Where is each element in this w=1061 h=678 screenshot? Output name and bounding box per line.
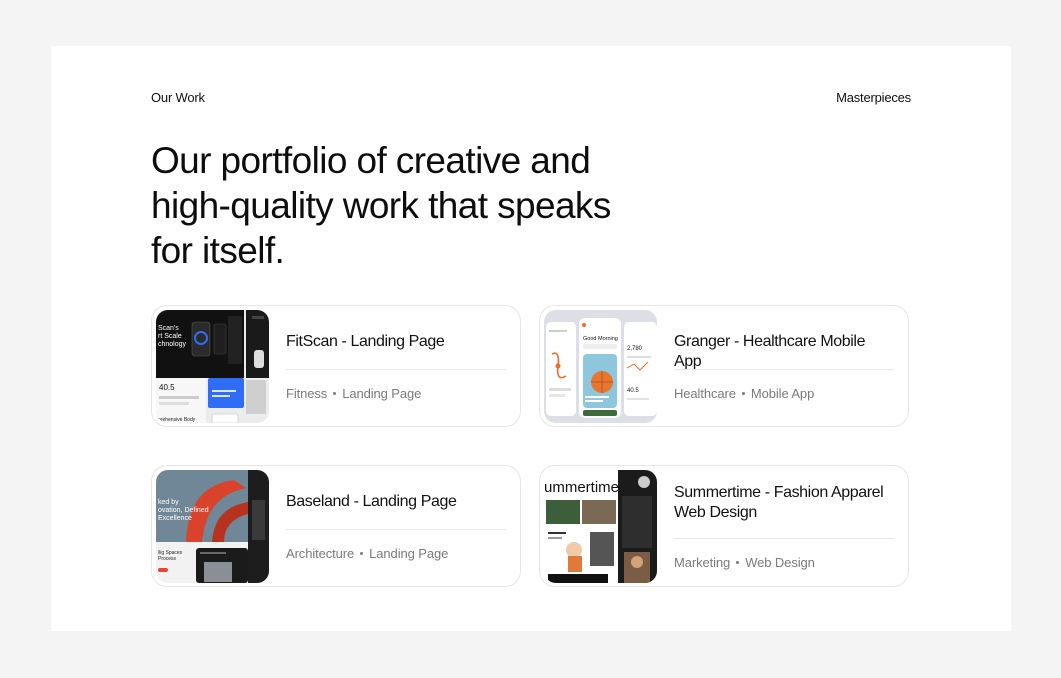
thumb-text: Excellence — [158, 515, 192, 522]
separator-dot — [333, 392, 337, 396]
thumb-text: 40.5 — [627, 388, 639, 394]
project-category: Marketing — [674, 555, 731, 570]
project-card-granger[interactable]: Good Morning 2,780 40.5 Granger - Health… — [539, 305, 909, 427]
section-tagline: Masterpieces — [836, 90, 911, 105]
project-card-fitscan[interactable]: Scan's rt Scale chnology 40.5 prehensive… — [151, 305, 521, 427]
thumb-text: 2,780 — [627, 346, 643, 352]
separator-dot — [360, 552, 364, 556]
section-label: Our Work — [151, 90, 205, 105]
project-info: Granger - Healthcare Mobile App Healthca… — [674, 306, 894, 426]
section-headline: Our portfolio of creative and high-quali… — [151, 140, 611, 271]
project-thumbnail-fitscan: Scan's rt Scale chnology 40.5 prehensive… — [156, 310, 269, 423]
thumb-text: chnology — [158, 341, 187, 348]
thumb-text: prehensive Body — [158, 417, 196, 423]
project-tags: Marketing Web Design — [674, 555, 815, 570]
thumb-text: ovation, Defined — [158, 507, 209, 514]
project-tags: Architecture Landing Page — [286, 546, 448, 561]
thumb-text: Scan's — [158, 325, 179, 332]
project-title[interactable]: Granger - Healthcare Mobile App — [674, 332, 894, 372]
divider — [286, 529, 506, 530]
separator-dot — [736, 561, 740, 565]
separator-dot — [741, 392, 745, 396]
project-info: Summertime - Fashion Apparel Web Design … — [674, 466, 894, 586]
project-info: FitScan - Landing Page Fitness Landing Pa… — [286, 306, 506, 426]
project-title[interactable]: Baseland - Landing Page — [286, 492, 506, 512]
divider — [286, 369, 506, 370]
thumb-text: rt Scale — [158, 333, 182, 340]
project-category: Healthcare — [674, 386, 736, 401]
thumb-text: ummertime — [544, 479, 619, 496]
project-info: Baseland - Landing Page Architecture Land… — [286, 466, 506, 586]
project-type: Web Design — [745, 555, 815, 570]
project-card-summertime[interactable]: ummertime Summertime - Fashion Apparel W… — [539, 465, 909, 587]
project-card-baseland[interactable]: ked by ovation, Defined Excellence ilig … — [151, 465, 521, 587]
project-thumbnail-baseland: ked by ovation, Defined Excellence ilig … — [156, 470, 269, 583]
project-tags: Fitness Landing Page — [286, 386, 421, 401]
project-type: Landing Page — [369, 546, 449, 561]
project-title[interactable]: Summertime - Fashion Apparel Web Design — [674, 483, 894, 523]
project-thumbnail-summertime: ummertime — [544, 470, 657, 583]
thumb-text: Good Morning — [583, 336, 618, 342]
project-category: Fitness — [286, 386, 328, 401]
thumb-text: 40.5 — [159, 383, 175, 392]
portfolio-section: Our Work Masterpieces Our portfolio of c… — [51, 46, 1011, 631]
project-category: Architecture — [286, 546, 355, 561]
divider — [674, 369, 894, 370]
project-type: Mobile App — [750, 386, 815, 401]
divider — [674, 538, 894, 539]
thumb-text: Process — [158, 556, 177, 562]
thumb-text: ked by — [158, 499, 179, 506]
project-tags: Healthcare Mobile App — [674, 386, 814, 401]
project-title[interactable]: FitScan - Landing Page — [286, 332, 506, 352]
project-type: Landing Page — [342, 386, 422, 401]
project-thumbnail-granger: Good Morning 2,780 40.5 — [544, 310, 657, 423]
